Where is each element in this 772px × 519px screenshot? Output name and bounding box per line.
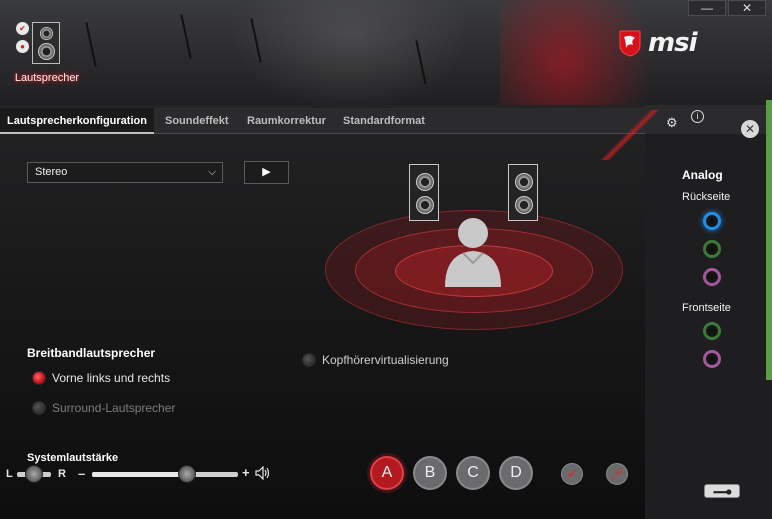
wrench-button[interactable] <box>704 484 740 498</box>
device-lautsprecher[interactable]: ✔ ● Lautsprecher <box>12 22 82 92</box>
tab-standardformat[interactable]: Standardformat <box>336 108 432 134</box>
tab-raumkorrektur[interactable]: Raumkorrektur <box>240 108 333 134</box>
rear-jack-blue[interactable] <box>703 212 721 230</box>
tab-lautsprecherkonfiguration[interactable]: Lautsprecherkonfiguration <box>0 108 154 134</box>
front-jack-green[interactable] <box>703 322 721 340</box>
volume-minus[interactable]: – <box>78 466 85 481</box>
top-banner: ✔ ● Lautsprecher msi <box>0 0 772 105</box>
info-icon[interactable]: i <box>691 110 704 123</box>
rear-label: Rückseite <box>682 191 731 203</box>
toggle-off-icon <box>302 353 316 367</box>
option-surround[interactable]: Surround-Lautsprecher <box>32 401 175 415</box>
wrench-icon <box>713 489 732 495</box>
option-front-lr[interactable]: Vorne links und rechts <box>32 371 170 385</box>
radio-on-icon <box>32 371 46 385</box>
front-label: Frontseite <box>682 302 731 314</box>
msi-logo: msi <box>618 28 697 58</box>
chevron-down-icon: ⌵ <box>208 167 216 178</box>
speaker-config-value: Stereo <box>35 166 68 178</box>
speaker-icon <box>32 22 60 64</box>
headphone-virtualization-toggle[interactable]: Kopfhörervirtualisierung <box>302 353 449 367</box>
headphone-virtualization-label: Kopfhörervirtualisierung <box>322 353 449 367</box>
minimize-button[interactable]: — <box>688 0 726 16</box>
tab-bar: Lautsprecherkonfiguration Soundeffekt Ra… <box>0 108 645 134</box>
balance-slider[interactable] <box>17 465 51 483</box>
logo-text: msi <box>648 28 697 58</box>
default-check-icon[interactable]: ✔ <box>561 463 583 485</box>
preset-a-button[interactable]: A <box>370 456 404 490</box>
close-button[interactable]: ✕ <box>728 0 766 16</box>
tools-icon[interactable]: ✕ <box>741 120 759 138</box>
preset-c-button[interactable]: C <box>456 456 490 490</box>
microphone-icon[interactable]: ● <box>16 40 29 53</box>
volume-plus[interactable]: + <box>242 465 250 480</box>
device-label: Lautsprecher <box>14 72 80 84</box>
speaker-volume-icon[interactable] <box>255 466 271 480</box>
dragon-shield-icon <box>619 30 641 57</box>
play-test-button[interactable]: ▶ <box>244 161 289 184</box>
option-surround-label: Surround-Lautsprecher <box>52 401 176 415</box>
rear-jack-green[interactable] <box>703 240 721 258</box>
rear-jack-pink[interactable] <box>703 268 721 286</box>
analog-title: Analog <box>682 168 723 182</box>
front-left-speaker[interactable] <box>409 164 439 221</box>
app-window: ✔ ● Lautsprecher msi — ✕ Lautsprecherkon… <box>0 0 772 519</box>
radio-off-icon <box>32 401 46 415</box>
system-volume-title: Systemlautstärke <box>27 452 119 464</box>
check-icon[interactable]: ✔ <box>16 22 29 35</box>
broadband-title: Breitbandlautsprecher <box>27 346 156 360</box>
speaker-stage <box>323 160 623 340</box>
option-front-lr-label: Vorne links und rechts <box>52 371 171 385</box>
microphone-icon[interactable]: 🎤︎ <box>606 463 628 485</box>
gear-icon[interactable]: ⚙ <box>666 116 680 130</box>
front-jack-pink[interactable] <box>703 350 721 368</box>
preset-b-button[interactable]: B <box>413 456 447 490</box>
tab-soundeffekt[interactable]: Soundeffekt <box>158 108 236 134</box>
preset-d-button[interactable]: D <box>499 456 533 490</box>
listener-icon <box>445 218 501 287</box>
balance-knob[interactable] <box>25 465 43 483</box>
front-right-speaker[interactable] <box>508 164 538 221</box>
balance-left-label: L <box>6 468 13 480</box>
speaker-config-select[interactable]: Stereo ⌵ <box>27 162 223 183</box>
volume-slider[interactable] <box>92 465 238 483</box>
balance-right-label: R <box>58 468 66 480</box>
volume-knob[interactable] <box>177 465 196 483</box>
